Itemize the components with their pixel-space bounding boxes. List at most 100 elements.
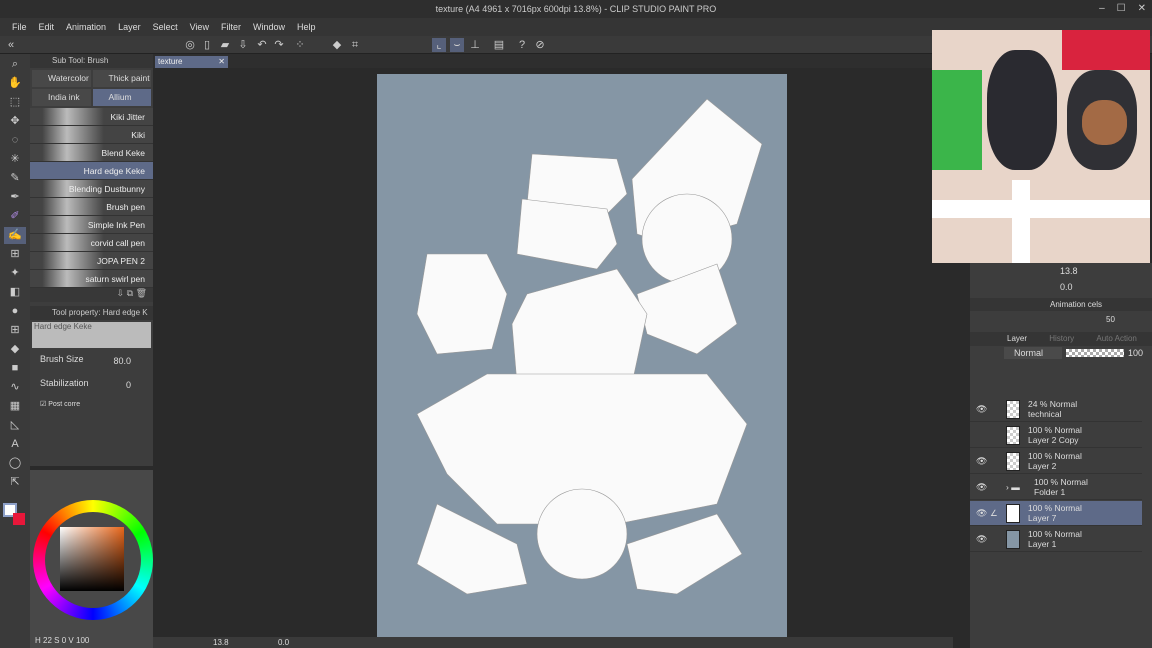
correct-line-icon[interactable]: ⇱ [4, 474, 26, 491]
fill-icon[interactable]: ◆ [330, 38, 344, 52]
brush-item[interactable]: Blending Dustbunny [30, 180, 153, 198]
group-india-ink[interactable]: India ink [32, 89, 91, 106]
navigator-rotation[interactable]: 0.0 [1060, 282, 1073, 292]
eraser-icon[interactable]: ◧ [4, 284, 26, 301]
transform-icon[interactable]: ⌗ [348, 38, 362, 52]
collapse-icon[interactable]: « [4, 38, 18, 52]
save-icon[interactable]: ⇩ [236, 38, 250, 52]
opacity-slider[interactable] [1066, 349, 1124, 357]
menu-help[interactable]: Help [291, 18, 322, 36]
menu-view[interactable]: View [184, 18, 215, 36]
navigator-zoom[interactable]: 13.8 [1060, 266, 1078, 276]
menu-edit[interactable]: Edit [33, 18, 61, 36]
brush-size-value[interactable]: 80.0 [113, 356, 131, 366]
close-button[interactable]: ✕ [1138, 0, 1146, 18]
menu-file[interactable]: File [6, 18, 33, 36]
eyedropper-icon[interactable]: ✎ [4, 170, 26, 187]
brush-tool-icon[interactable]: ✍ [4, 227, 26, 244]
opacity-value[interactable]: 100 [1128, 348, 1143, 358]
brush-item[interactable]: JOPA PEN 2 [30, 252, 153, 270]
menu-filter[interactable]: Filter [215, 18, 247, 36]
brush-item[interactable]: Simple Ink Pen [30, 216, 153, 234]
menu-window[interactable]: Window [247, 18, 291, 36]
undo-icon[interactable]: ↶ [255, 38, 269, 52]
canvas-page[interactable] [377, 74, 787, 637]
eye-icon[interactable]: 👁 [976, 404, 987, 415]
operation-tool-icon[interactable]: ⬚ [4, 94, 26, 111]
redo-icon[interactable]: ↷ [272, 38, 286, 52]
open-icon[interactable]: ▰ [218, 38, 232, 52]
tab-history[interactable]: History [1049, 334, 1074, 343]
duplicate-icon[interactable]: ⧉ [127, 288, 133, 298]
snap-special-ruler-icon[interactable]: ⌣ [450, 38, 464, 52]
folder-row[interactable]: 👁 › ▬ 100 % Normal Folder 1 [970, 475, 1142, 500]
brush-item[interactable]: saturn swirl pen [30, 270, 153, 288]
pen-tool-icon[interactable]: ✒ [4, 189, 26, 206]
brush-item[interactable]: Blend Keke [30, 144, 153, 162]
group-thick-paint[interactable]: Thick paint [92, 70, 151, 87]
eye-icon[interactable]: 👁 [976, 534, 987, 545]
maximize-button[interactable]: ☐ [1117, 0, 1126, 18]
airbrush-icon[interactable]: ⊞ [4, 246, 26, 263]
clip-studio-icon[interactable]: ◎ [183, 38, 197, 52]
group-allium[interactable]: Allium [92, 89, 151, 106]
balloon-icon[interactable]: ◯ [4, 455, 26, 472]
new-file-icon[interactable]: ▯ [200, 38, 214, 52]
mesh-icon[interactable]: ⊞ [4, 322, 26, 339]
eye-icon[interactable]: 👁 [976, 482, 987, 493]
fill-tool-icon[interactable]: ◆ [4, 341, 26, 358]
animation-cels-tab[interactable]: Animation cels [970, 298, 1152, 311]
stabilization-value[interactable]: 0 [126, 380, 131, 390]
onion-opacity[interactable]: 50 [1106, 315, 1115, 324]
navigator-preview[interactable] [932, 30, 1150, 263]
brush-item[interactable]: Brush pen [30, 198, 153, 216]
text-tool-icon[interactable]: A [4, 436, 26, 453]
device-icon[interactable]: ▤ [492, 38, 506, 52]
frame-icon[interactable]: ▦ [4, 398, 26, 415]
move-tool-icon[interactable]: ✥ [4, 113, 26, 130]
saturation-value-square[interactable] [60, 527, 124, 591]
group-watercolor[interactable]: Watercolor [32, 70, 91, 87]
layer-row[interactable]: 100 % Normal Layer 2 Copy [970, 423, 1142, 448]
ruler-icon[interactable]: ◺ [4, 417, 26, 434]
lasso-tool-icon[interactable]: ◌ [4, 132, 26, 149]
tab-auto-action[interactable]: Auto Action [1096, 334, 1136, 343]
post-correction-checkbox[interactable]: ☑ [40, 401, 46, 408]
blend-mode-select[interactable]: Normal [1004, 347, 1062, 359]
magic-wand-icon[interactable]: ✳ [4, 151, 26, 168]
pencil-tool-icon[interactable]: ✐ [4, 208, 26, 225]
folder-icon[interactable]: › ▬ [1006, 482, 1020, 492]
deselect-icon[interactable]: ⁘ [293, 38, 307, 52]
rotation-readout[interactable]: 0.0 [278, 638, 289, 647]
layer-row[interactable]: 👁 24 % Normal technical [970, 397, 1142, 422]
zoom-readout[interactable]: 13.8 [213, 638, 229, 647]
canvas-tab[interactable]: texture ✕ [155, 56, 228, 68]
menu-layer[interactable]: Layer [112, 18, 147, 36]
trash-icon[interactable]: 🗑 [136, 288, 147, 298]
eye-icon[interactable]: 👁 [976, 456, 987, 467]
close-tab-icon[interactable]: ✕ [218, 56, 228, 68]
tab-layer[interactable]: Layer [1007, 334, 1027, 343]
brush-item-selected[interactable]: Hard edge Keke [30, 162, 153, 180]
brush-item[interactable]: Kiki Jitter [30, 108, 153, 126]
snap-grid-icon[interactable]: ⊥ [468, 38, 482, 52]
zoom-tool-icon[interactable]: ⌕ [4, 56, 26, 73]
gradient-icon[interactable]: ■ [4, 360, 26, 377]
layer-row-selected[interactable]: 👁 ∠ 100 % Normal Layer 7 [970, 501, 1142, 526]
snap-ruler-icon[interactable]: ⌞ [432, 38, 446, 52]
figure-icon[interactable]: ∿ [4, 379, 26, 396]
share-icon[interactable]: ⊘ [533, 38, 547, 52]
layer-row[interactable]: 👁 100 % Normal Layer 1 [970, 527, 1142, 552]
decoration-icon[interactable]: ✦ [4, 265, 26, 282]
brush-item[interactable]: corvid call pen [30, 234, 153, 252]
import-icon[interactable]: ⇩ [117, 288, 125, 298]
blend-tool-icon[interactable]: ● [4, 303, 26, 320]
layer-row[interactable]: 👁 100 % Normal Layer 2 [970, 449, 1142, 474]
minimize-button[interactable]: – [1099, 0, 1105, 18]
brush-item[interactable]: Kiki [30, 126, 153, 144]
eye-icon[interactable]: 👁 [976, 508, 987, 519]
menu-animation[interactable]: Animation [60, 18, 112, 36]
help-icon[interactable]: ? [515, 38, 529, 52]
sub-color-swatch[interactable] [13, 513, 25, 525]
hand-tool-icon[interactable]: ✋ [4, 75, 26, 92]
